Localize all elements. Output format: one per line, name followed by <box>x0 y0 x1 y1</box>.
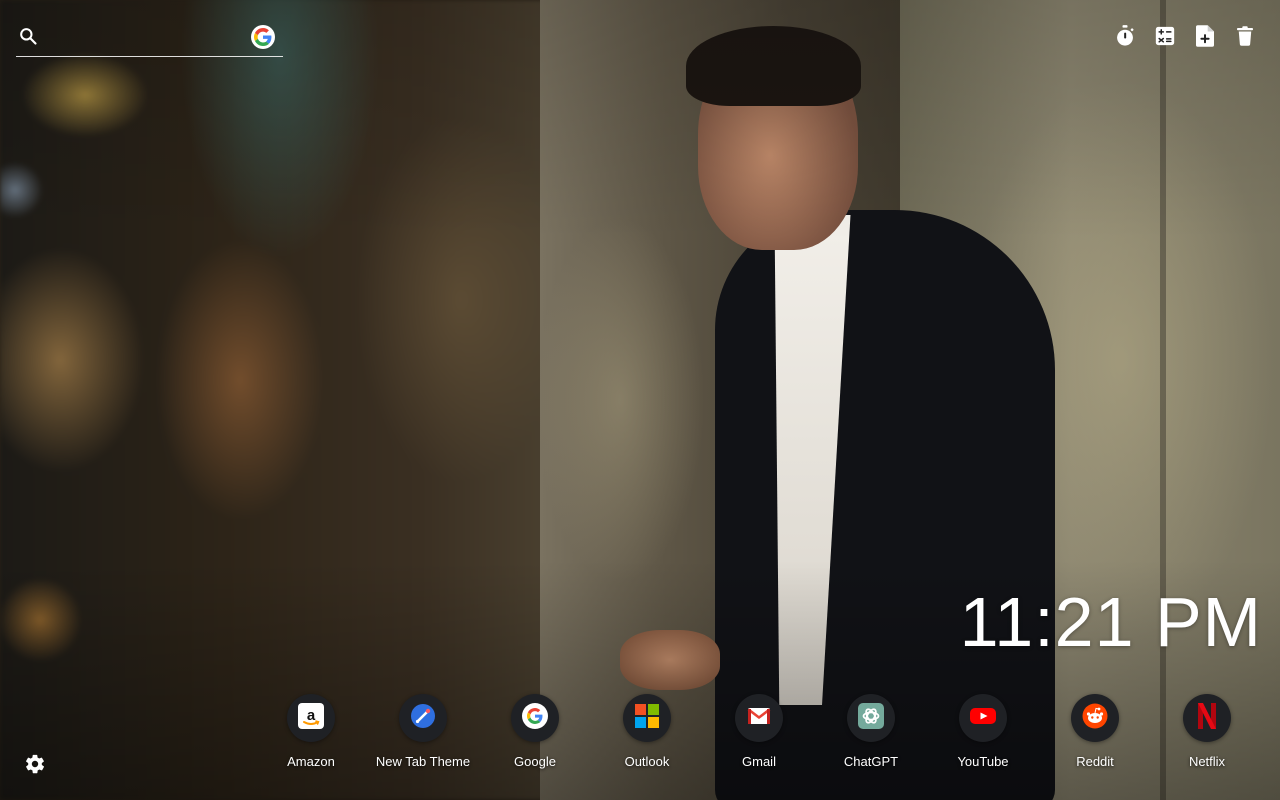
shortcut-icon-circle <box>511 694 559 742</box>
new-note-icon[interactable] <box>1194 24 1216 48</box>
new-tab-theme-icon <box>410 703 436 734</box>
youtube-icon <box>970 706 996 731</box>
shortcut-label: Google <box>514 754 556 769</box>
background-wallpaper <box>0 0 1280 800</box>
search-input[interactable] <box>50 26 244 50</box>
shortcut-label: Outlook <box>624 754 670 769</box>
shortcut-label: Amazon <box>287 754 335 769</box>
shortcut-label: YouTube <box>957 754 1009 769</box>
search-bar <box>16 20 283 57</box>
timer-icon[interactable] <box>1114 24 1136 48</box>
settings-gear-icon[interactable] <box>24 753 48 777</box>
reddit-icon <box>1082 703 1108 734</box>
shortcut-icon-circle <box>1183 694 1231 742</box>
shortcut-google[interactable]: Google <box>479 694 591 769</box>
gmail-icon <box>747 704 771 733</box>
shortcut-reddit[interactable]: Reddit <box>1039 694 1151 769</box>
shortcut-icon-circle <box>623 694 671 742</box>
shortcut-gmail[interactable]: Gmail <box>703 694 815 769</box>
google-search-engine-icon[interactable] <box>251 25 275 49</box>
chatgpt-icon <box>858 702 884 734</box>
svg-text:a: a <box>307 707 316 724</box>
shortcut-outlook[interactable]: Outlook <box>591 694 703 769</box>
shortcut-label: Reddit <box>1076 754 1114 769</box>
shortcut-chatgpt[interactable]: ChatGPT <box>815 694 927 769</box>
clock-display: 11:21 PM <box>959 583 1262 661</box>
outlook-icon <box>635 703 659 733</box>
shortcut-youtube[interactable]: YouTube <box>927 694 1039 769</box>
toolbar <box>1114 24 1256 48</box>
shortcut-label: New Tab Theme <box>375 754 471 769</box>
shortcut-icon-circle: a <box>287 694 335 742</box>
trash-icon[interactable] <box>1234 24 1256 48</box>
shortcut-amazon[interactable]: a Amazon <box>255 694 367 769</box>
shortcut-new-tab-theme[interactable]: New Tab Theme <box>367 694 479 769</box>
calculator-icon[interactable] <box>1154 24 1176 48</box>
netflix-icon <box>1198 702 1216 734</box>
search-icon[interactable] <box>18 26 38 46</box>
google-icon <box>522 702 548 734</box>
vignette-overlay <box>0 0 1280 800</box>
shortcut-icon-circle <box>735 694 783 742</box>
shortcut-icon-circle <box>399 694 447 742</box>
shortcut-label: ChatGPT <box>843 754 899 769</box>
amazon-icon: a <box>298 702 324 734</box>
shortcut-label: Netflix <box>1188 754 1226 769</box>
shortcut-icon-circle <box>959 694 1007 742</box>
shortcut-icon-circle <box>1071 694 1119 742</box>
shortcut-icon-circle <box>847 694 895 742</box>
shortcut-label: Gmail <box>742 754 776 769</box>
shortcut-netflix[interactable]: Netflix <box>1151 694 1263 769</box>
